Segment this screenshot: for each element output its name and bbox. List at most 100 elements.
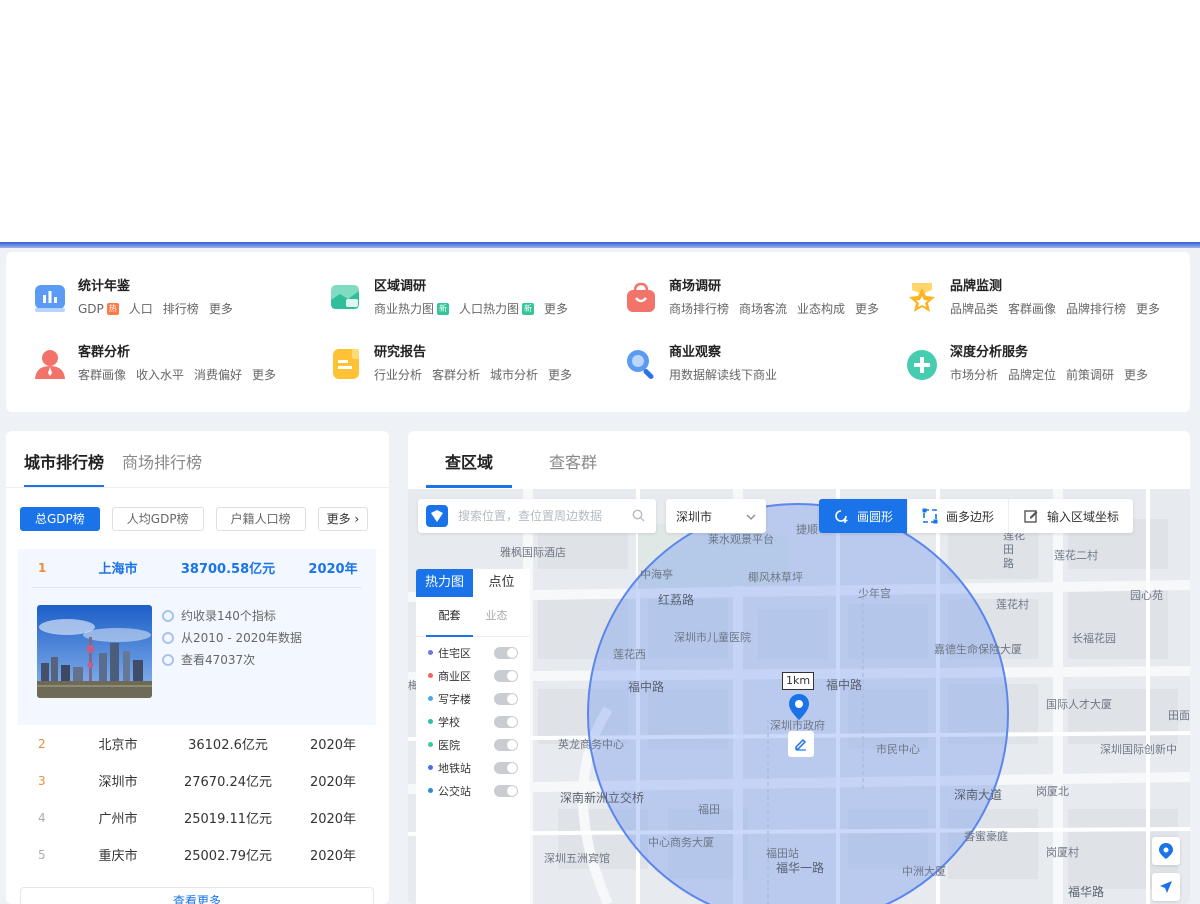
tab-query-region[interactable]: 查区域: [426, 449, 512, 488]
ranking-first-card[interactable]: 1 上海市 38700.58亿元 2020年 约收录140个指标 从2010 -…: [18, 549, 376, 725]
layer-name: 商业区: [438, 669, 471, 683]
layer-toggle[interactable]: [494, 646, 518, 659]
tab-query-customers[interactable]: 查客群: [530, 449, 616, 488]
link-population[interactable]: 人口: [129, 300, 153, 317]
layer-toggle[interactable]: [494, 761, 518, 774]
map-canvas[interactable]: 雅枫国际酒店 莱水观景平台 捷顺 中海亭 椰风林草坪 红荔路 少年宫 莲花西 深…: [408, 489, 1190, 904]
link-brand-category[interactable]: 品牌品类: [950, 300, 998, 317]
filter-registered-population[interactable]: 户籍人口榜: [215, 507, 306, 531]
report-icon: [328, 346, 364, 382]
link-industry-analysis[interactable]: 行业分析: [374, 366, 422, 383]
nav-item-mall-research[interactable]: 商场调研 商场排行榜 商场客流 业态构成 更多: [623, 278, 889, 317]
link-pre-research[interactable]: 前策调研: [1066, 366, 1114, 383]
link-customer-profile[interactable]: 客群画像: [1008, 300, 1056, 317]
map-label: 中洲大厦: [902, 865, 946, 878]
edit-pencil-icon[interactable]: [788, 731, 814, 757]
table-row[interactable]: 4 广州市 25019.11亿元 2020年: [18, 799, 376, 836]
city-select-value: 深圳市: [676, 509, 713, 524]
layer-item-hospital: 医院: [416, 733, 530, 756]
map-label: 长福花园: [1072, 632, 1116, 645]
link-income-level[interactable]: 收入水平: [136, 366, 184, 383]
nav-item-deep-analysis[interactable]: 深度分析服务 市场分析 品牌定位 前策调研 更多: [904, 344, 1158, 383]
locate-button[interactable]: [1152, 837, 1180, 865]
link-consumer-preference[interactable]: 消费偏好: [194, 366, 242, 383]
link-data-insight[interactable]: 用数据解读线下商业: [669, 366, 777, 383]
link-more[interactable]: 更多: [209, 300, 233, 317]
nav-item-research-report[interactable]: 研究报告 行业分析 客群分析 城市分析 更多: [328, 344, 582, 383]
link-customer-profile[interactable]: 客群画像: [78, 366, 126, 383]
table-row[interactable]: 1 上海市 38700.58亿元 2020年: [18, 549, 376, 586]
info-text: 从2010 - 2020年数据: [181, 631, 303, 645]
info-item: 查看47037次: [162, 649, 302, 671]
layer-toggle[interactable]: [494, 669, 518, 682]
link-brand-ranking[interactable]: 品牌排行榜: [1066, 300, 1126, 317]
link-more[interactable]: 更多: [544, 300, 568, 317]
nav-title: 客群分析: [78, 345, 131, 360]
map-label: 中心商务大厦: [648, 836, 714, 849]
link-mall-ranking[interactable]: 商场排行榜: [669, 300, 729, 317]
link-more[interactable]: 更多: [252, 366, 276, 383]
location-pin-icon: [1159, 843, 1173, 859]
table-row[interactable]: 5 重庆市 25002.79亿元 2020年: [18, 836, 376, 873]
link-customer-analysis[interactable]: 客群分析: [432, 366, 480, 383]
layer-toggle[interactable]: [494, 692, 518, 705]
map-label: 深圳市儿童医院: [674, 631, 751, 644]
year: 2020年: [309, 775, 357, 790]
map-label: 椰风林草坪: [748, 571, 803, 584]
link-mall-traffic[interactable]: 商场客流: [739, 300, 787, 317]
nav-item-region-research[interactable]: 区域调研 商业热力图新 人口热力图新 更多: [328, 278, 578, 317]
filter-more[interactable]: 更多 ›: [317, 507, 369, 531]
nav-item-stats-yearbook[interactable]: 统计年鉴 GDP 热 人口 排行榜 更多: [32, 278, 243, 317]
view-more-button[interactable]: 查看更多: [20, 887, 374, 904]
link-more[interactable]: 更多: [548, 366, 572, 383]
link-business-heatmap[interactable]: 商业热力图新: [374, 300, 450, 317]
link-brand-positioning[interactable]: 品牌定位: [1008, 366, 1056, 383]
input-coordinates-button[interactable]: 输入区域坐标: [1009, 499, 1133, 533]
table-row[interactable]: 2 北京市 36102.6亿元 2020年: [18, 725, 376, 762]
tab-heatmap[interactable]: 热力图: [416, 569, 473, 597]
layer-toggle[interactable]: [494, 738, 518, 751]
divider: [6, 487, 389, 488]
layer-toggle[interactable]: [494, 715, 518, 728]
link-label: 商业热力图: [374, 302, 435, 316]
nav-title: 品牌监测: [950, 279, 1003, 294]
draw-polygon-button[interactable]: 画多边形: [908, 499, 1010, 533]
filter-per-capita-gdp[interactable]: 人均GDP榜: [111, 507, 204, 531]
navigate-button[interactable]: [1152, 873, 1180, 901]
subtab-business-types[interactable]: 业态: [473, 603, 520, 636]
nav-item-customer-analysis[interactable]: 客群分析 客群画像 收入水平 消费偏好 更多: [32, 344, 286, 383]
nav-item-brand-monitor[interactable]: 品牌监测 品牌品类 客群画像 品牌排行榜 更多: [904, 278, 1170, 317]
tab-mall-ranking[interactable]: 商场排行榜: [122, 449, 202, 488]
map-label: 福华路: [1068, 885, 1105, 899]
link-more[interactable]: 更多: [1136, 300, 1160, 317]
layer-name: 住宅区: [438, 646, 471, 660]
tab-city-ranking[interactable]: 城市排行榜: [24, 449, 105, 488]
link-city-analysis[interactable]: 城市分析: [490, 366, 538, 383]
location-pin-icon[interactable]: [789, 694, 809, 724]
tab-points[interactable]: 点位: [473, 569, 530, 597]
table-row[interactable]: 3 深圳市 27670.24亿元 2020年: [18, 762, 376, 799]
new-badge: 新: [437, 302, 450, 315]
nav-item-business-observation[interactable]: 商业观察 用数据解读线下商业: [623, 344, 787, 383]
circle-icon: [162, 654, 174, 666]
subtab-facilities[interactable]: 配套: [426, 603, 473, 637]
link-population-heatmap[interactable]: 人口热力图新: [459, 300, 535, 317]
link-more[interactable]: 更多: [1124, 366, 1148, 383]
layer-toggle[interactable]: [494, 784, 518, 797]
search-input[interactable]: [458, 509, 628, 523]
city-select[interactable]: 深圳市: [666, 499, 766, 533]
layer-item-school: 学校: [416, 710, 530, 733]
link-gdp[interactable]: GDP 热: [78, 300, 119, 317]
link-business-mix[interactable]: 业态构成: [797, 300, 845, 317]
search-icon[interactable]: [632, 507, 645, 526]
link-more[interactable]: 更多: [855, 300, 879, 317]
layer-panel: 热力图 点位 配套 业态 住宅区 商业区 写字楼 学校 医院 地铁站 公交站: [416, 569, 530, 904]
nav-title: 统计年鉴: [78, 279, 131, 294]
filter-total-gdp[interactable]: 总GDP榜: [20, 507, 100, 531]
link-ranking[interactable]: 排行榜: [163, 300, 199, 317]
app-logo-icon: [426, 505, 448, 527]
draw-circle-button[interactable]: 画圆形: [819, 499, 909, 533]
map-label: 福华一路: [776, 861, 825, 875]
year: 2020年: [309, 812, 357, 827]
link-market-analysis[interactable]: 市场分析: [950, 366, 998, 383]
